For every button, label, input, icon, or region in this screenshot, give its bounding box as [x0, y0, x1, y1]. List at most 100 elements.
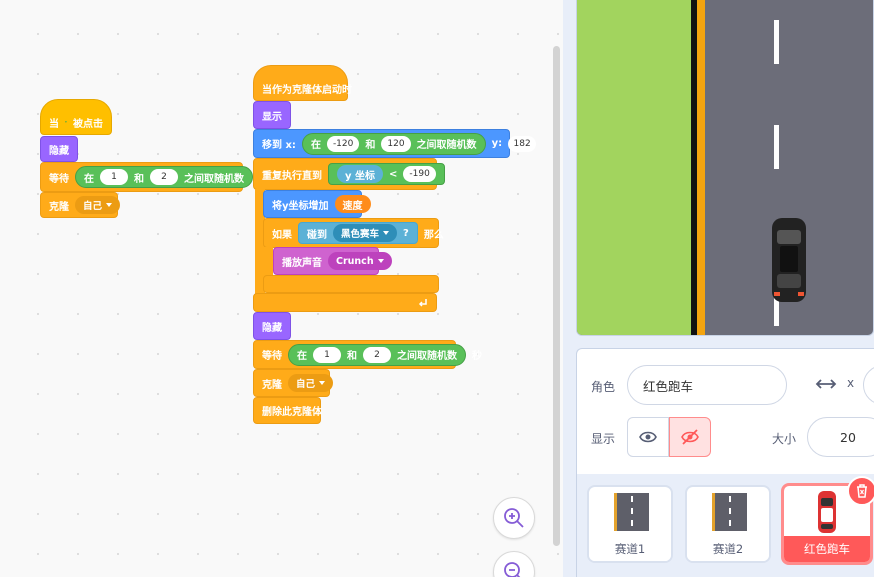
random-max-input[interactable]: 2 [150, 169, 178, 185]
sprite-name-value: 红色跑车 [643, 378, 694, 394]
sprite-thumb-track1[interactable]: 赛道1 [587, 485, 673, 563]
hide-label: 隐藏 [262, 322, 282, 334]
clone-target-dropdown[interactable]: 自己 [288, 374, 334, 392]
sound-value: Crunch [336, 255, 374, 267]
random-min-input[interactable]: -120 [326, 135, 360, 152]
x-label: x [847, 376, 855, 390]
random-and: 和 [365, 140, 376, 151]
eye-slash-icon [681, 429, 699, 445]
if-then-block[interactable]: 如果 碰到 黑色赛车 ? 那么 [263, 218, 444, 248]
random-and: 和 [134, 173, 144, 185]
hide-block[interactable]: 隐藏 [253, 312, 291, 340]
touching-condition[interactable]: 碰到 黑色赛车 ? [298, 222, 418, 244]
go-to-xy-block[interactable]: 移到 x: 在 -120 和 120 之间取随机数 y: 182 [253, 129, 537, 158]
random-prefix: 在 [310, 140, 321, 151]
random-operator[interactable]: 在 1 和 2 之间取随机数 [75, 166, 253, 188]
workspace-scrollbar[interactable] [553, 46, 560, 546]
hide-block[interactable]: 隐藏 [40, 136, 78, 162]
change-y-block[interactable]: 将y坐标增加 速度 [263, 190, 371, 218]
wait-block[interactable]: 等待 在 1 和 2 之间取随机数 秒 [253, 340, 482, 369]
clone-target-value: 自己 [296, 379, 316, 390]
sprite-label: 角色 [591, 380, 616, 394]
clone-target-dropdown[interactable]: 自己 [75, 196, 121, 214]
clone-target-value: 自己 [83, 201, 103, 212]
if-c-mouth [263, 247, 273, 277]
play-sound-block[interactable]: 播放声音 Crunch [273, 247, 392, 275]
random-operator[interactable]: 在 -120 和 120 之间取随机数 [301, 132, 486, 155]
sprite-thumb-label: 赛道1 [589, 537, 671, 561]
show-label: 显示 [262, 111, 282, 123]
hide-label: 隐藏 [49, 145, 69, 157]
clone-label: 克隆 [262, 379, 282, 391]
track-thumbnail [712, 493, 747, 531]
create-clone-block[interactable]: 克隆 自己 [253, 369, 334, 397]
hat-prefix: 当 [49, 118, 59, 130]
touching-target-dropdown[interactable]: 黑色赛车 [333, 224, 398, 242]
repeat-until-block[interactable]: 重复执行直到 y 坐标 < -190 [253, 158, 445, 190]
sprite-list: 赛道1 赛道2 红色跑车 [576, 474, 874, 577]
less-than-operator[interactable]: y 坐标 < -190 [328, 163, 445, 185]
dropdown-arrow-icon [319, 381, 326, 385]
random-prefix: 在 [297, 351, 307, 362]
compare-value-input[interactable]: -190 [403, 166, 436, 182]
delete-clone-label: 删除此克隆体 [262, 407, 322, 418]
random-min-input[interactable]: 1 [100, 169, 128, 185]
zoom-out-button[interactable] [493, 551, 535, 577]
horizontal-arrows-icon [815, 379, 837, 389]
when-start-as-clone-block[interactable]: 当作为克隆体启动时 [253, 65, 352, 101]
sprite-thumb-track2[interactable]: 赛道2 [685, 485, 771, 563]
green-flag-icon [65, 121, 67, 123]
random-suffix: 之间取随机数 [397, 351, 457, 362]
wait-block[interactable]: 等待 在 1 和 2 之间取随机数 秒 [40, 162, 269, 192]
zoom-out-icon [504, 562, 521, 577]
random-prefix: 在 [84, 173, 94, 185]
change-y-label: 将y坐标增加 [272, 200, 329, 212]
size-label: 大小 [772, 432, 797, 446]
red-car-thumbnail [818, 491, 836, 533]
sound-dropdown[interactable]: Crunch [328, 252, 392, 270]
size-field[interactable]: 20 [807, 417, 874, 457]
dropdown-arrow-icon [106, 203, 113, 207]
zoom-in-button[interactable] [493, 497, 535, 539]
show-block[interactable]: 显示 [253, 101, 291, 129]
code-workspace[interactable]: 当 被点击 隐藏 等待 在 1 和 2 之间取随机数 秒 克隆 自己 当作为克隆… [0, 0, 563, 577]
y-input[interactable]: 182 [508, 135, 537, 152]
sprite-info-panel: 角色 红色跑车 x 显示 大小 20 [576, 348, 874, 476]
seconds-label: 秒 [472, 351, 482, 362]
when-flag-clicked-block[interactable]: 当 被点击 [40, 99, 112, 135]
if-label: 如果 [272, 229, 292, 241]
create-clone-block[interactable]: 克隆 自己 [40, 192, 121, 218]
wait-label: 等待 [49, 173, 69, 185]
y-position-reporter[interactable]: y 坐标 [337, 165, 383, 183]
if-block-bottom [263, 275, 439, 293]
random-and: 和 [347, 351, 357, 362]
lane-dash [774, 20, 779, 64]
speed-variable[interactable]: 速度 [334, 195, 371, 213]
road-yellow-line [697, 0, 705, 335]
random-max-input[interactable]: 2 [363, 346, 391, 363]
show-label: 显示 [591, 432, 616, 446]
lane-dash [774, 125, 779, 169]
sprite-name-field[interactable]: 红色跑车 [627, 365, 787, 405]
random-max-input[interactable]: 120 [381, 135, 411, 152]
show-visible-button[interactable] [627, 417, 669, 457]
question-mark: ? [403, 227, 409, 239]
random-min-input[interactable]: 1 [313, 346, 341, 363]
repeat-until-label: 重复执行直到 [262, 170, 322, 182]
goto-label: 移到 x: [262, 140, 296, 151]
hat-suffix: 被点击 [73, 118, 103, 130]
random-operator[interactable]: 在 1 和 2 之间取随机数 [288, 343, 466, 366]
then-label: 那么 [423, 229, 444, 241]
random-suffix: 之间取随机数 [416, 140, 477, 151]
stage[interactable] [576, 0, 874, 336]
random-suffix: 之间取随机数 [184, 173, 244, 185]
delete-clone-block[interactable]: 删除此克隆体 [253, 397, 322, 424]
show-hidden-button[interactable] [669, 417, 711, 457]
zoom-in-icon [504, 508, 524, 528]
track-thumbnail [614, 493, 649, 531]
x-field[interactable] [863, 365, 874, 405]
sprite-thumb-label: 赛道2 [687, 537, 769, 561]
delete-sprite-button[interactable] [847, 476, 874, 506]
clone-label: 克隆 [49, 201, 69, 213]
y-label: y: [491, 138, 503, 149]
